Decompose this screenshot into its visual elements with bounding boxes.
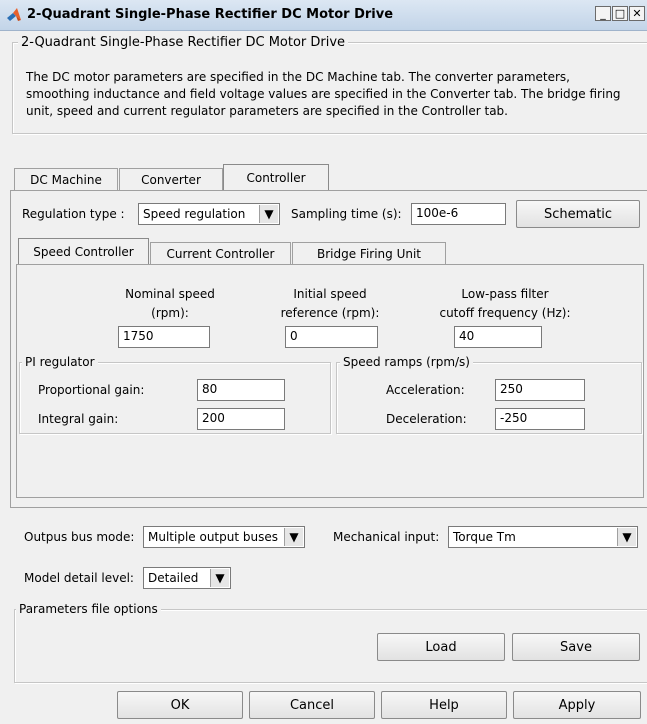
initial-speed-input[interactable]: 0: [285, 326, 378, 348]
tab-dc-machine[interactable]: DC Machine: [14, 168, 118, 190]
lowpass-label-line1: Low-pass filter: [461, 287, 549, 301]
lowpass-label-line2: cutoff frequency (Hz):: [439, 306, 571, 320]
subtab-speed-controller[interactable]: Speed Controller: [18, 238, 149, 264]
schematic-button[interactable]: Schematic: [516, 200, 640, 228]
acceleration-input[interactable]: 250: [495, 379, 585, 401]
window-title: 2-Quadrant Single-Phase Rectifier DC Mot…: [27, 7, 394, 22]
initial-speed-label-line2: reference (rpm):: [280, 306, 380, 320]
help-button[interactable]: Help: [381, 691, 507, 719]
chevron-down-icon: ▼: [259, 205, 278, 223]
close-icon: ✕: [632, 7, 642, 20]
lowpass-input[interactable]: 40: [454, 326, 542, 348]
mechanical-input-select[interactable]: Torque Tm ▼: [448, 526, 638, 548]
minimize-icon: _: [600, 7, 606, 20]
mechanical-input-label: Mechanical input:: [333, 530, 440, 544]
nominal-speed-label-line2: (rpm):: [151, 306, 189, 320]
integral-gain-input[interactable]: 200: [197, 408, 285, 430]
maximize-button[interactable]: □: [612, 6, 628, 21]
subtab-current-controller[interactable]: Current Controller: [150, 242, 291, 264]
tab-converter[interactable]: Converter: [119, 168, 223, 190]
output-bus-select[interactable]: Multiple output buses ▼: [143, 526, 305, 548]
chevron-down-icon: ▼: [617, 528, 636, 546]
close-button[interactable]: ✕: [629, 6, 645, 21]
initial-speed-label-line1: Initial speed: [293, 287, 367, 301]
acceleration-label: Acceleration:: [386, 383, 465, 397]
nominal-speed-label-line1: Nominal speed: [125, 287, 215, 301]
apply-button[interactable]: Apply: [513, 691, 641, 719]
cancel-button[interactable]: Cancel: [249, 691, 375, 719]
sampling-time-input[interactable]: 100e-6: [411, 203, 506, 225]
parameters-file-title: Parameters file options: [16, 602, 161, 616]
ok-button[interactable]: OK: [117, 691, 243, 719]
matlab-logo-icon: [7, 8, 21, 21]
speed-ramps-title: Speed ramps (rpm/s): [340, 355, 473, 369]
model-detail-select[interactable]: Detailed ▼: [143, 567, 231, 589]
sampling-time-label: Sampling time (s):: [291, 207, 402, 221]
output-bus-label: Outpus bus mode:: [24, 530, 135, 544]
maximize-icon: □: [614, 7, 626, 20]
nominal-speed-input[interactable]: 1750: [118, 326, 210, 348]
integral-gain-label: Integral gain:: [38, 412, 119, 426]
speed-ramps-group: [336, 362, 642, 434]
proportional-gain-input[interactable]: 80: [197, 379, 285, 401]
minimize-button[interactable]: _: [595, 6, 611, 21]
regulation-type-select[interactable]: Speed regulation ▼: [138, 203, 280, 225]
chevron-down-icon: ▼: [284, 528, 303, 546]
subtab-bridge-firing-unit[interactable]: Bridge Firing Unit: [292, 242, 446, 264]
regulation-type-label: Regulation type :: [22, 207, 125, 221]
proportional-gain-label: Proportional gain:: [38, 383, 145, 397]
pi-regulator-title: PI regulator: [22, 355, 98, 369]
save-button[interactable]: Save: [512, 633, 640, 661]
tab-controller[interactable]: Controller: [223, 164, 329, 190]
chevron-down-icon: ▼: [210, 569, 229, 587]
block-description: The DC motor parameters are specified in…: [26, 70, 621, 118]
deceleration-input[interactable]: -250: [495, 408, 585, 430]
deceleration-label: Deceleration:: [386, 412, 467, 426]
model-detail-label: Model detail level:: [24, 571, 134, 585]
load-button[interactable]: Load: [377, 633, 505, 661]
description-group-title: 2-Quadrant Single-Phase Rectifier DC Mot…: [18, 35, 349, 50]
